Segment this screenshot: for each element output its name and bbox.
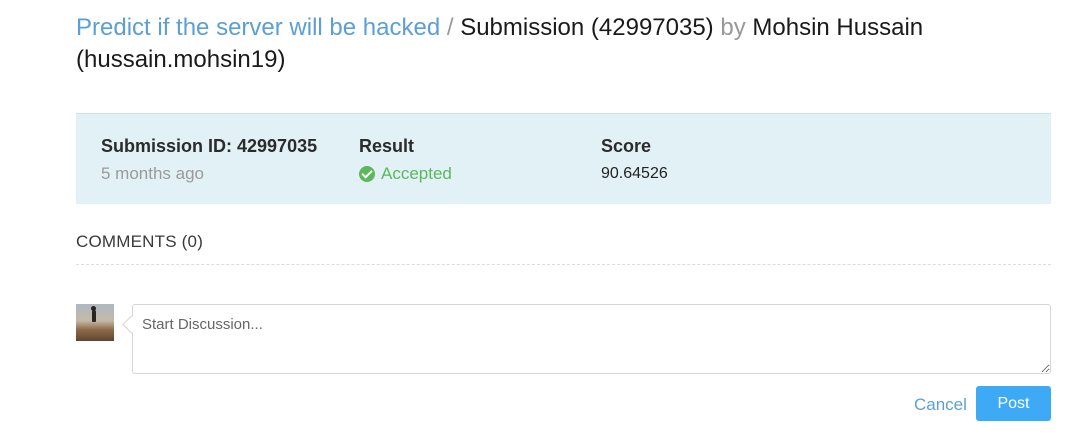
result-label: Result <box>359 136 415 156</box>
check-circle-icon <box>359 166 375 182</box>
score-block: Score 90.64526 <box>601 134 668 185</box>
cancel-button[interactable]: Cancel <box>908 391 973 419</box>
submission-page: Predict if the server will be hacked / S… <box>0 0 1078 439</box>
avatar-figure <box>91 306 96 322</box>
submission-time: 5 months ago <box>101 164 205 183</box>
avatar <box>76 304 114 341</box>
breadcrumb-separator: / <box>446 14 454 41</box>
submission-id-label: Submission ID: 42997035 <box>101 136 318 156</box>
score-label: Score <box>601 136 652 156</box>
problem-link[interactable]: Predict if the server will be hacked <box>76 14 440 41</box>
result-value: Accepted <box>381 164 452 183</box>
result-status: Accepted <box>359 163 452 185</box>
result-block: Result Accepted <box>359 134 452 185</box>
page-title: Predict if the server will be hacked / S… <box>76 12 976 76</box>
discussion-input[interactable] <box>132 304 1051 374</box>
user-handle: (hussain.mohsin19) <box>76 46 286 73</box>
submission-info-panel: Submission ID: 42997035 5 months ago Res… <box>76 113 1051 204</box>
submission-title: Submission (42997035) <box>460 14 714 41</box>
by-label: by <box>720 14 746 41</box>
post-button[interactable]: Post <box>976 386 1051 421</box>
comments-divider <box>76 264 1051 265</box>
discussion-input-wrapper <box>132 304 1051 374</box>
score-value: 90.64526 <box>601 165 668 182</box>
comments-heading: COMMENTS (0) <box>76 232 204 251</box>
submission-id-block: Submission ID: 42997035 5 months ago <box>101 134 317 185</box>
user-name: Mohsin Hussain <box>752 14 924 41</box>
